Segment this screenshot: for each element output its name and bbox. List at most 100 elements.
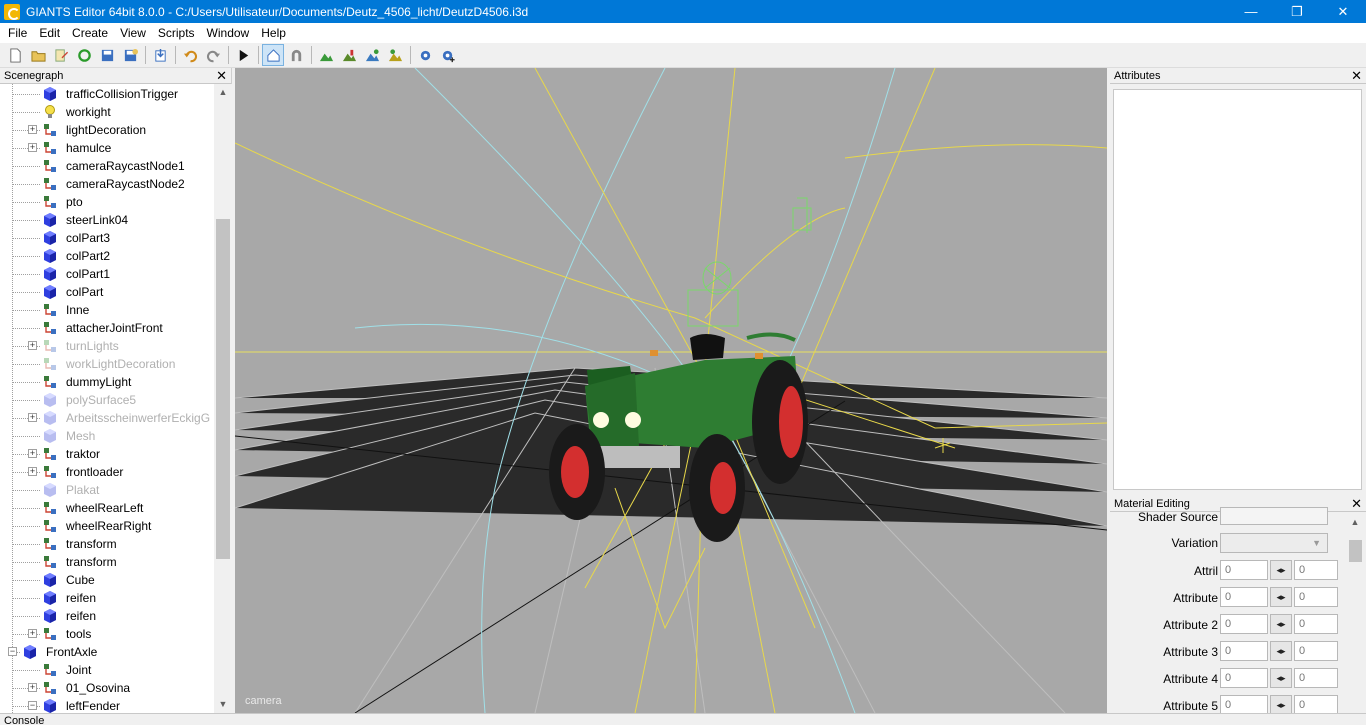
undo-icon[interactable] [179,44,201,66]
value-drag-arrows-icon[interactable]: ◂▸ [1270,668,1292,688]
scenegraph-node[interactable]: reifen [12,589,96,607]
scroll-up-icon[interactable]: ▲ [1346,514,1364,531]
attribute-value-input[interactable]: 0 [1294,560,1338,580]
attribute-value-input[interactable]: 0 [1220,614,1268,634]
scenegraph-node[interactable]: wheelRearRight [12,517,151,535]
scenegraph-node[interactable]: wheelRearLeft [12,499,143,517]
scrollbar-thumb[interactable] [216,219,230,559]
minimize-button[interactable]: — [1228,0,1274,23]
scenegraph-node[interactable]: Plakat [12,481,99,499]
scenegraph-node[interactable]: Cube [12,571,95,589]
scenegraph-node[interactable]: colPart2 [12,247,110,265]
scrollbar-thumb[interactable] [1349,540,1362,562]
attribute-value-input[interactable]: 0 [1220,695,1268,715]
refresh-icon[interactable] [73,44,95,66]
scenegraph-node[interactable]: + frontloader [12,463,123,481]
attribute-value-input[interactable]: 0 [1294,641,1338,661]
3d-viewport[interactable]: camera [235,68,1107,713]
menu-file[interactable]: File [2,23,33,43]
attribute-value-input[interactable]: 0 [1220,641,1268,661]
menu-view[interactable]: View [114,23,152,43]
scenegraph-tree[interactable]: trafficCollisionTrigger workight + lightDec… [0,84,214,713]
material-scrollbar[interactable]: ▲ [1346,514,1364,713]
scroll-down-icon[interactable]: ▼ [214,696,232,713]
attribute-value-input[interactable]: 0 [1294,587,1338,607]
collapse-icon[interactable]: − [8,647,17,656]
value-drag-arrows-icon[interactable]: ◂▸ [1270,560,1292,580]
shader-source-field[interactable] [1220,507,1328,525]
scenegraph-node[interactable]: colPart [12,283,103,301]
settings-plus-icon[interactable] [437,44,459,66]
settings-icon[interactable] [414,44,436,66]
attribute-value-input[interactable]: 0 [1220,560,1268,580]
expand-icon[interactable]: + [28,629,37,638]
value-drag-arrows-icon[interactable]: ◂▸ [1270,614,1292,634]
collapse-icon[interactable]: − [28,701,37,710]
attribute-value-input[interactable]: 0 [1294,614,1338,634]
scenegraph-node[interactable]: dummyLight [12,373,131,391]
variation-select[interactable]: ▼ [1220,533,1328,553]
scenegraph-node[interactable]: +01_Osovina [12,679,130,697]
scenegraph-node[interactable]: attacherJointFront [12,319,163,337]
expand-icon[interactable]: + [28,143,37,152]
foliage-paint-icon[interactable] [361,44,383,66]
close-window-button[interactable]: ✕ [1320,0,1366,23]
value-drag-arrows-icon[interactable]: ◂▸ [1270,587,1292,607]
scenegraph-node[interactable]: + ArbeitsscheinwerferEckigG [12,409,210,427]
close-scenegraph-icon[interactable]: ✕ [216,68,227,83]
attribute-value-input[interactable]: 0 [1220,668,1268,688]
scenegraph-node[interactable]: cameraRaycastNode1 [12,157,185,175]
home-icon[interactable] [262,44,284,66]
scenegraph-node[interactable]: + tools [12,625,91,643]
open-file-icon[interactable] [27,44,49,66]
attribute-value-input[interactable]: 0 [1294,668,1338,688]
value-drag-arrows-icon[interactable]: ◂▸ [1270,641,1292,661]
scenegraph-node[interactable]: + lightDecoration [12,121,146,139]
scenegraph-node[interactable]: Mesh [12,427,95,445]
scenegraph-scrollbar[interactable]: ▲ ▼ [214,84,232,713]
menu-help[interactable]: Help [255,23,292,43]
scenegraph-node[interactable]: colPart1 [12,265,110,283]
menu-edit[interactable]: Edit [33,23,66,43]
menu-create[interactable]: Create [66,23,114,43]
attribute-value-input[interactable]: 0 [1220,587,1268,607]
scenegraph-node[interactable]: + turnLights [12,337,119,355]
scenegraph-node[interactable]: transform [12,535,117,553]
expand-icon[interactable]: + [28,341,37,350]
scenegraph-node[interactable]: transform [12,553,117,571]
expand-icon[interactable]: + [28,467,37,476]
new-file-icon[interactable] [4,44,26,66]
scroll-up-icon[interactable]: ▲ [214,84,232,101]
save-as-icon[interactable] [119,44,141,66]
menu-window[interactable]: Window [201,23,256,43]
scenegraph-node[interactable]: pto [12,193,83,211]
scenegraph-node[interactable]: − leftFender [12,697,120,713]
scenegraph-node[interactable]: steerLink04 [12,211,128,229]
decal-paint-icon[interactable] [384,44,406,66]
scenegraph-node[interactable]: polySurface5 [12,391,136,409]
play-icon[interactable] [232,44,254,66]
save-icon[interactable] [96,44,118,66]
scenegraph-node[interactable]: Inne [12,301,89,319]
expand-icon[interactable]: + [28,449,37,458]
scenegraph-node[interactable]: + hamulce [12,139,111,157]
close-attributes-icon[interactable]: ✕ [1351,68,1362,83]
scenegraph-node[interactable]: trafficCollisionTrigger [12,85,178,103]
menu-scripts[interactable]: Scripts [152,23,201,43]
expand-icon[interactable]: + [28,125,37,134]
import-icon[interactable] [149,44,171,66]
terrain-sculpt-icon[interactable] [338,44,360,66]
attribute-value-input[interactable]: 0 [1294,695,1338,715]
edit-file-icon[interactable] [50,44,72,66]
scenegraph-node[interactable]: workight [12,103,111,121]
close-material-editing-icon[interactable]: ✕ [1351,496,1362,511]
redo-icon[interactable] [202,44,224,66]
maximize-button[interactable]: ❐ [1274,0,1320,23]
expand-icon[interactable]: + [28,413,37,422]
scenegraph-node[interactable]: workLightDecoration [12,355,175,373]
value-drag-arrows-icon[interactable]: ◂▸ [1270,695,1292,715]
scenegraph-node[interactable]: reifen [12,607,96,625]
scenegraph-node[interactable]: + traktor [12,445,100,463]
scenegraph-node[interactable]: colPart3 [12,229,110,247]
scenegraph-node[interactable]: − FrontAxle [8,643,97,661]
